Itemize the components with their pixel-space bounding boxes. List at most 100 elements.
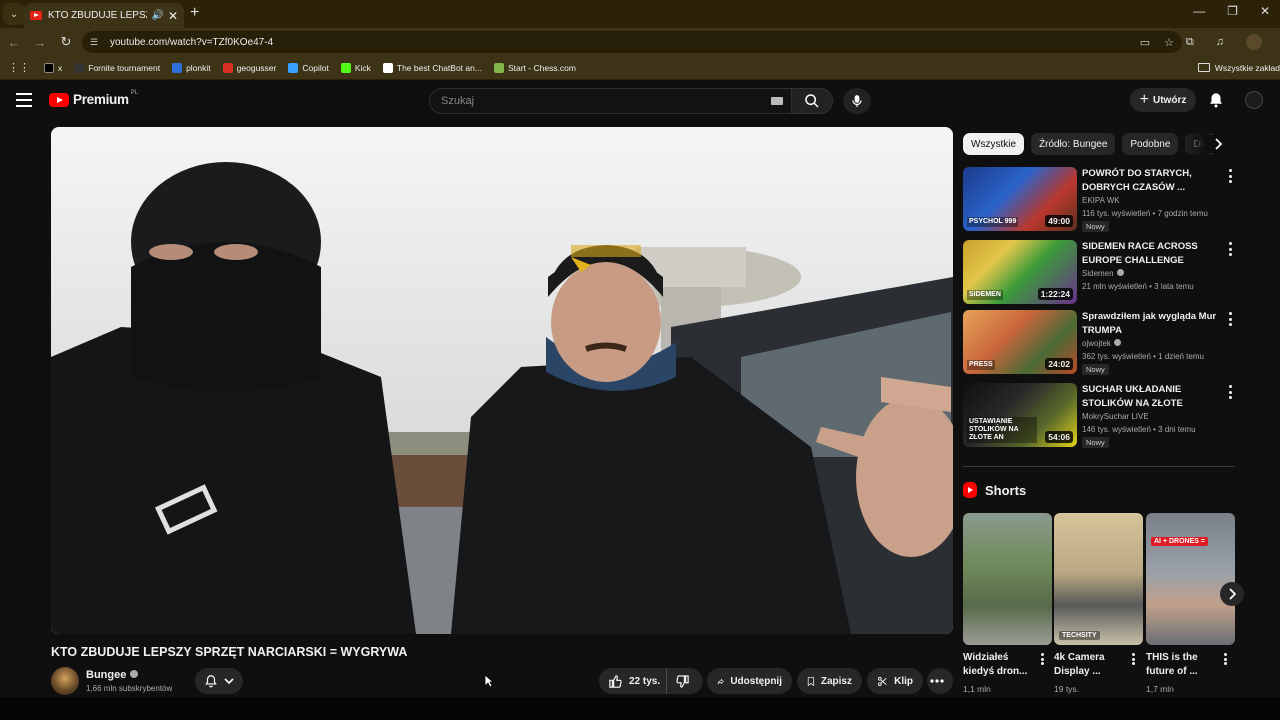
youtube-premium-logo[interactable]: Premium PL (49, 90, 138, 107)
more-options-icon[interactable] (1222, 653, 1228, 665)
keyboard-icon[interactable] (771, 97, 783, 105)
short-thumbnail[interactable] (963, 513, 1052, 645)
forward-icon[interactable]: → (28, 35, 52, 50)
bookmark-item[interactable]: Fornite tournament (74, 62, 160, 73)
channel-name-text: EKIPA WK (1082, 196, 1120, 205)
save-button[interactable]: Zapisz (797, 668, 862, 694)
short-thumbnail[interactable]: AI + DRONES = (1146, 513, 1235, 645)
video-thumbnail[interactable]: PRESS 24:02 (963, 310, 1077, 374)
bookmark-item[interactable]: The best ChatBot an... (382, 62, 482, 73)
shorts-header: Shorts (963, 482, 1026, 498)
address-bar[interactable]: ☰ youtube.com/watch?v=TZf0KOe47-4 ▭ ☆ (82, 31, 1182, 53)
more-options-icon[interactable] (1130, 653, 1136, 665)
search-icon (805, 94, 819, 108)
voice-search-button[interactable] (843, 88, 871, 114)
chips-next-button[interactable] (1209, 135, 1227, 153)
bookmark-label: plonkit (186, 62, 211, 73)
close-tab-icon[interactable]: ✕ (168, 9, 178, 23)
short-item[interactable]: Widziałeś kiedyś dron... 1,1 mln (963, 513, 1052, 694)
filter-chip[interactable]: Podobne (1122, 133, 1179, 155)
video-title[interactable]: POWRÓT DO STARYCH, DOBRYCH CZASÓW ... (1082, 167, 1222, 194)
subscriber-count: 1,66 mln subskrybentów (86, 684, 173, 693)
short-title[interactable]: THIS is the future of ... (1146, 651, 1218, 679)
dislike-button[interactable] (667, 674, 703, 689)
new-badge: Nowy (1082, 437, 1109, 448)
more-options-icon[interactable] (1226, 169, 1234, 183)
bookmarks-bar: ⋮⋮ x Fornite tournament plonkit geogusser Co… (0, 56, 1280, 80)
more-horizontal-icon (930, 679, 944, 683)
recommended-video[interactable]: USTAWIANIE STOLIKÓW NA ZŁOTE AN 54:06 SUCH… (963, 383, 1235, 449)
chess-icon (493, 62, 504, 73)
plus-icon: + (1139, 91, 1149, 108)
close-window-icon[interactable]: ✕ (1260, 4, 1270, 18)
new-tab-button[interactable]: + (190, 4, 199, 22)
hamburger-menu-icon[interactable] (16, 93, 32, 107)
like-button[interactable]: 22 tys. (599, 668, 667, 694)
recommended-video[interactable]: PSYCHOL 999 49:00 POWRÓT DO STARYCH, DOBRY… (963, 167, 1235, 233)
channel-name[interactable]: MokrySuchar LIVE (1082, 412, 1149, 421)
share-button[interactable]: Udostępnij (707, 668, 792, 694)
shorts-next-button[interactable] (1220, 582, 1244, 606)
bell-icon (205, 675, 217, 688)
subscription-notifications-button[interactable] (195, 668, 243, 694)
bookmark-item[interactable]: plonkit (172, 62, 211, 73)
site-info-icon[interactable]: ☰ (90, 37, 102, 47)
channel-avatar[interactable] (51, 667, 79, 695)
more-actions-button[interactable] (927, 668, 953, 694)
clip-button[interactable]: Klip (867, 668, 923, 694)
short-item[interactable]: TECHSITY 4k Camera Display ... 19 tys. (1054, 513, 1143, 694)
channel-name[interactable]: ojwojtek (1082, 339, 1121, 348)
channel-name[interactable]: Sidemen (1082, 269, 1124, 278)
bookmark-item[interactable]: x (44, 62, 62, 73)
account-avatar[interactable] (1245, 91, 1263, 109)
more-options-icon[interactable] (1039, 653, 1045, 665)
more-options-icon[interactable] (1226, 312, 1234, 326)
more-options-icon[interactable] (1226, 242, 1234, 256)
bookmark-item[interactable]: Copilot (288, 62, 329, 73)
profile-avatar[interactable] (1246, 34, 1262, 50)
short-title[interactable]: Widziałeś kiedyś dron... (963, 651, 1035, 679)
minimize-icon[interactable]: — (1193, 4, 1205, 18)
bookmark-item[interactable]: Start - Chess.com (493, 62, 576, 73)
speaker-icon[interactable]: 🔊 (151, 10, 163, 21)
bookmark-item[interactable]: Kick (340, 62, 371, 73)
bookmark-star-icon[interactable]: ☆ (1164, 36, 1174, 49)
back-icon[interactable]: ← (2, 35, 26, 50)
filter-chip[interactable]: Wszystkie (963, 133, 1024, 155)
recommended-video[interactable]: PRESS 24:02 Sprawdziłem jak wygląda Mur TR… (963, 310, 1235, 376)
cast-icon[interactable]: ▭ (1140, 36, 1150, 49)
create-button[interactable]: + Utwórz (1130, 88, 1196, 112)
tab-search-button[interactable]: ⌄ (3, 3, 25, 25)
thumbnail-text: USTAWIANIE STOLIKÓW NA ZŁOTE AN (967, 417, 1037, 443)
notifications-button[interactable] (1207, 90, 1225, 110)
bookmark-item[interactable]: geogusser (222, 62, 276, 73)
video-title[interactable]: Sprawdziłem jak wygląda Mur TRUMPA (1082, 310, 1222, 337)
video-thumbnail[interactable]: SIDEMEN 1:22:24 (963, 240, 1077, 304)
video-thumbnail[interactable]: USTAWIANIE STOLIKÓW NA ZŁOTE AN 54:06 (963, 383, 1077, 447)
channel-name[interactable]: EKIPA WK (1082, 196, 1120, 205)
chatbot-icon (382, 62, 393, 73)
channel-name-link[interactable]: Bungee (86, 669, 139, 681)
short-item[interactable]: AI + DRONES = THIS is the future of ... 1,… (1146, 513, 1235, 694)
media-control-icon[interactable]: ♫ (1216, 36, 1224, 48)
video-player[interactable] (51, 127, 953, 634)
video-title[interactable]: SUCHAR UKŁADANIE STOLIKÓW NA ZŁOTE ANTOS… (1082, 383, 1222, 410)
logo-text: Premium (73, 92, 129, 107)
video-meta: 21 mln wyświetleń • 3 lata temu (1082, 282, 1194, 291)
filter-chip[interactable]: Źródło: Bungee (1031, 133, 1116, 155)
short-title[interactable]: 4k Camera Display ... (1054, 651, 1126, 679)
short-thumbnail[interactable]: TECHSITY (1054, 513, 1143, 645)
video-thumbnail[interactable]: PSYCHOL 999 49:00 (963, 167, 1077, 231)
reload-icon[interactable]: ↻ (54, 34, 78, 50)
browser-tab[interactable]: KTO ZBUDUJE LEPSZY SPRZ 🔊 ✕ (24, 3, 184, 28)
more-options-icon[interactable] (1226, 385, 1234, 399)
copilot-icon (288, 62, 299, 73)
video-title[interactable]: SIDEMEN RACE ACROSS EUROPE CHALLENGE (1082, 240, 1222, 267)
extensions-icon[interactable]: ⧉ (1186, 36, 1194, 49)
restore-icon[interactable]: ❐ (1227, 4, 1238, 18)
all-bookmarks-folder[interactable]: Wszystkie zakład (1197, 63, 1280, 73)
search-button[interactable] (791, 88, 833, 114)
apps-grid-icon[interactable]: ⋮⋮ (8, 61, 30, 74)
recommended-video[interactable]: SIDEMEN 1:22:24 SIDEMEN RACE ACROSS EUROPE… (963, 240, 1235, 306)
search-input[interactable]: Szukaj (429, 88, 792, 114)
